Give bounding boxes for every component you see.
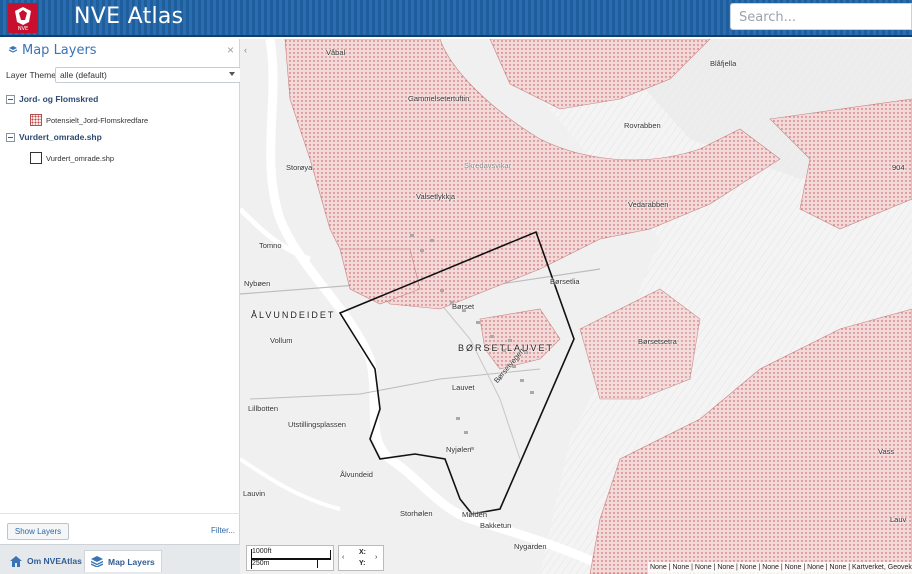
layer-group[interactable]: Vurdert_omrade.shp	[6, 131, 236, 149]
map-label: Rovrabben	[624, 121, 661, 130]
map-attribution: None | None | None | None | None | None …	[648, 562, 912, 574]
search-input[interactable]: Search...	[730, 3, 912, 30]
hazard-legend-icon	[30, 114, 42, 126]
map-label: Børsetsetra	[638, 337, 677, 346]
layer-theme-value: alle (default)	[60, 70, 107, 80]
layer-group[interactable]: Jord- og Flomskred	[6, 93, 236, 111]
layers-icon	[8, 46, 18, 53]
coord-y-label: Y:	[359, 560, 366, 567]
layers-icon	[91, 556, 103, 567]
layer-theme-select[interactable]: alle (default)	[55, 67, 241, 83]
map-label: 904	[892, 163, 905, 172]
tab-label: Om NVEAtlas	[27, 556, 82, 566]
logo-text: NVE	[17, 26, 29, 32]
map-label: Lauvin	[243, 489, 266, 498]
map-label: Bakketun	[480, 521, 512, 530]
layer-item-label[interactable]: Vurdert_omrade.shp	[46, 154, 114, 163]
layer-group-label[interactable]: Jord- og Flomskred	[19, 94, 98, 104]
layer-item-label[interactable]: Potensielt_Jord-Flomskredfare	[46, 116, 148, 125]
map-label: Børset	[452, 302, 475, 311]
panel-header: Map Layers ×	[0, 39, 240, 61]
map-label: Vollum	[270, 336, 293, 345]
chevron-down-icon	[229, 72, 235, 76]
map-graphics	[240, 39, 912, 574]
map-label: Nybøen	[244, 279, 271, 288]
collapse-panel-icon[interactable]: ‹	[244, 45, 247, 55]
app-title: NVE Atlas	[74, 4, 184, 29]
scale-meters: 250m	[252, 560, 270, 567]
map-label: Gammelsetertuftin	[408, 94, 470, 103]
map-label: ÅLVUNDEIDET	[251, 310, 336, 320]
layer-item[interactable]: Potensielt_Jord-Flomskredfare	[6, 111, 236, 131]
map-label: Våbal	[326, 48, 346, 57]
app-header: NVE NVE Atlas Search...	[0, 0, 912, 37]
panel-title: Map Layers	[22, 43, 97, 58]
map-label: BØRSETLAUVET	[458, 343, 555, 353]
chevron-right-icon[interactable]: ›	[375, 554, 377, 561]
scale-feet: 1000ft	[252, 548, 272, 555]
layer-item[interactable]: Vurdert_omrade.shp	[6, 149, 236, 169]
close-icon[interactable]: ×	[227, 43, 234, 57]
map-label: Nyjølen	[446, 445, 472, 454]
map-label: Tomno	[259, 241, 282, 250]
chevron-left-icon[interactable]: ‹	[342, 554, 344, 561]
bottom-tab-bar: Om NVEAtlas Map Layers	[0, 544, 240, 574]
map-canvas[interactable]: Våbal Gammelsetertuftin Blåfjella Rovrab…	[240, 39, 912, 574]
map-label: Valsetlykkja	[416, 192, 456, 201]
tab-map-layers[interactable]: Map Layers	[84, 550, 162, 572]
nve-atlas-app: NVE NVE Atlas Search... Map Layers × Lay…	[0, 0, 912, 574]
outline-legend-icon	[30, 152, 42, 164]
coord-x-label: X:	[359, 549, 366, 556]
map-label: Ålvundeid	[340, 470, 373, 479]
coordinate-readout: ‹ X: Y: ›	[338, 545, 384, 571]
panel-footer: Show Layers Filter...	[0, 513, 240, 544]
home-icon	[10, 555, 22, 567]
layer-theme-label: Layer Theme:	[6, 70, 59, 80]
collapse-toggle-icon[interactable]	[6, 95, 15, 104]
map-label: Lauvet	[452, 383, 475, 392]
layer-tree: Jord- og Flomskred Potensielt_Jord-Floms…	[6, 93, 236, 169]
map-label: Lillbotten	[248, 404, 279, 413]
logo-emblem-icon	[15, 7, 31, 25]
collapse-toggle-icon[interactable]	[6, 133, 15, 142]
map-label: Utstillingsplassen	[288, 420, 346, 429]
show-layers-button[interactable]: Show Layers	[7, 523, 69, 540]
map-layers-panel: Map Layers × Layer Theme: alle (default)…	[0, 39, 241, 574]
map-label: Storøya	[286, 163, 313, 172]
tab-om-nveatlas[interactable]: Om NVEAtlas	[4, 550, 88, 572]
tab-label: Map Layers	[108, 556, 155, 567]
layer-group-label[interactable]: Vurdert_omrade.shp	[19, 132, 102, 142]
map-label: Vass	[878, 447, 895, 456]
map-label: Lauv	[890, 515, 907, 524]
map-label: Skredavsvikar	[464, 161, 512, 170]
map-label: Mølden	[462, 510, 488, 519]
map-label: Storhølen	[400, 509, 433, 518]
scale-bar: 1000ft 250m	[246, 545, 334, 571]
map-label: Vedarabben	[628, 200, 669, 209]
map-label: Blåfjella	[710, 59, 737, 68]
map-label: Børsetlia	[550, 277, 580, 286]
map-label: Nygarden	[514, 542, 547, 551]
filter-link[interactable]: Filter...	[211, 526, 235, 535]
nve-logo[interactable]: NVE	[8, 3, 38, 33]
